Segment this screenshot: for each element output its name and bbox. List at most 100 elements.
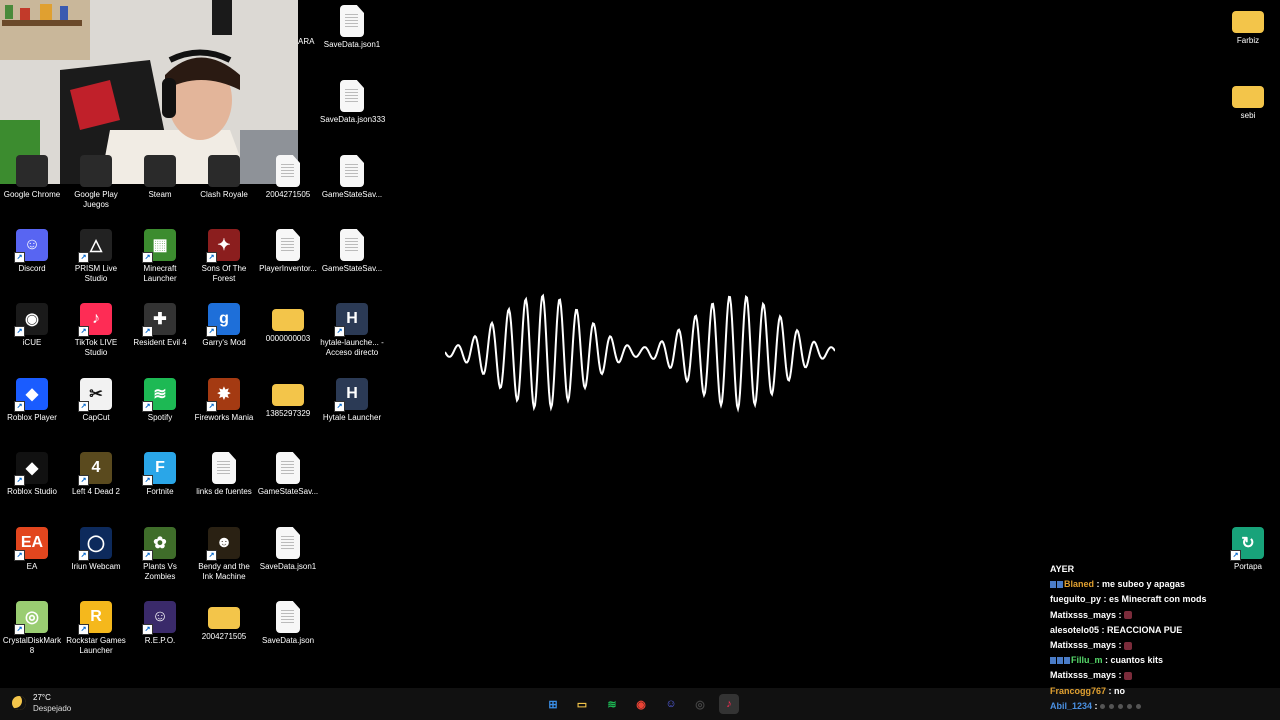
folder-1385297329-icon[interactable]: 1385297329 bbox=[256, 378, 320, 419]
desktop-icon-label: EA bbox=[26, 562, 38, 571]
prism-live-studio-glyph-icon: △ ↗ bbox=[78, 229, 112, 263]
savedata-json1-file-2[interactable]: SaveData.json1 bbox=[256, 527, 320, 572]
iriun-webcam-icon[interactable]: ◯ ↗ Iriun Webcam bbox=[64, 527, 128, 572]
desktop-icon-label: CapCut bbox=[82, 413, 110, 422]
repo-icon[interactable]: ☺ ↗ R.E.P.O. bbox=[128, 601, 192, 646]
left-4-dead-2-icon[interactable]: 4 ↗ Left 4 Dead 2 bbox=[64, 452, 128, 497]
links-de-fuentes-file-icon bbox=[212, 452, 236, 484]
plants-vs-zombies-icon[interactable]: ✿ ↗ Plants Vs Zombies bbox=[128, 527, 192, 582]
gamestatesave-file-1[interactable]: GameStateSav... bbox=[320, 155, 384, 200]
desktop-icon-label: GameStateSav... bbox=[321, 190, 383, 199]
plants-vs-zombies-glyph-icon: ✿ ↗ bbox=[142, 527, 176, 561]
chat-emote-icon bbox=[1124, 611, 1133, 620]
shortcut-arrow-icon: ↗ bbox=[1230, 550, 1241, 561]
desktop-icon-label: Sons Of The Forest bbox=[201, 264, 247, 283]
gamestatesave-file-3[interactable]: GameStateSav... bbox=[256, 452, 320, 497]
spotify-taskbar-icon[interactable]: ≋ bbox=[602, 694, 622, 714]
start-icon[interactable]: ⊞ bbox=[543, 694, 563, 714]
roblox-studio-icon[interactable]: ◆ ↗ Roblox Studio bbox=[0, 452, 64, 497]
icue-icon[interactable]: ◉ ↗ iCUE bbox=[0, 303, 64, 348]
discord-taskbar-icon[interactable]: ☺ bbox=[661, 694, 681, 714]
partial-icon-label: ARA bbox=[298, 37, 315, 46]
chat-username: Fillu_m bbox=[1071, 655, 1103, 666]
chat-message: Francogg767 : no bbox=[1050, 684, 1275, 699]
bendy-ink-machine-icon[interactable]: ☻ ↗ Bendy and the Ink Machine bbox=[192, 527, 256, 582]
shortcut-arrow-icon: ↗ bbox=[78, 475, 89, 486]
folder-2004271505-icon[interactable]: 2004271505 bbox=[192, 601, 256, 642]
rockstar-games-launcher-glyph-icon: R ↗ bbox=[78, 601, 112, 635]
clash-royale-icon[interactable]: Clash Royale bbox=[192, 155, 256, 200]
google-play-games-glyph-icon bbox=[80, 155, 112, 187]
sons-of-the-forest-icon[interactable]: ✦ ↗ Sons Of The Forest bbox=[192, 229, 256, 284]
shortcut-arrow-icon: ↗ bbox=[142, 401, 153, 412]
chat-separator: : bbox=[1099, 624, 1108, 635]
chat-badge-icon bbox=[1057, 581, 1063, 589]
tiktok-live-studio-glyph-icon: ♪ ↗ bbox=[78, 303, 112, 337]
garrys-mod-icon[interactable]: g ↗ Garry's Mod bbox=[192, 303, 256, 348]
garrys-mod-glyph-icon: g ↗ bbox=[206, 303, 240, 337]
sebi-folder-icon[interactable]: sebi bbox=[1216, 80, 1280, 121]
chat-text: es Minecraft con mods bbox=[1109, 594, 1207, 605]
roblox-player-icon[interactable]: ◆ ↗ Roblox Player bbox=[0, 378, 64, 423]
desktop-icon-label: Roblox Player bbox=[7, 413, 57, 422]
desktop-icon-label: GameStateSav... bbox=[257, 487, 319, 496]
desktop-icon-label: SaveData.json bbox=[261, 636, 315, 645]
links-de-fuentes-file[interactable]: links de fuentes bbox=[192, 452, 256, 497]
google-play-games-icon[interactable]: Google Play Juegos bbox=[64, 155, 128, 210]
desktop-icon-label: 2004271505 bbox=[265, 190, 311, 199]
desktop-icon-label: Plants Vs Zombies bbox=[143, 562, 177, 581]
desktop-icon-label: Resident Evil 4 bbox=[133, 338, 187, 347]
crystaldiskmark-icon[interactable]: ◎ ↗ CrystalDiskMark 8 bbox=[0, 601, 64, 656]
desktop-icon-label: Minecraft Launcher bbox=[143, 264, 177, 283]
farbiz-folder-icon[interactable]: Farbiz bbox=[1216, 5, 1280, 46]
savedata-json333-file[interactable]: SaveData.json333 bbox=[320, 80, 385, 125]
savedata-json1-file[interactable]: SaveData.json1 bbox=[320, 5, 384, 50]
steam-icon[interactable]: Steam bbox=[128, 155, 192, 200]
desktop-icon-label: PlayerInventor... bbox=[259, 264, 317, 273]
discord-icon[interactable]: ☺ ↗ Discord bbox=[0, 229, 64, 274]
chat-text: no bbox=[1114, 685, 1126, 696]
chat-separator: : bbox=[1116, 670, 1125, 681]
minecraft-launcher-icon[interactable]: ▦ ↗ Minecraft Launcher bbox=[128, 229, 192, 284]
folder-2004271505-glyph-icon bbox=[208, 607, 240, 629]
bendy-ink-machine-glyph-icon: ☻ ↗ bbox=[206, 527, 240, 561]
desktop-icon-label: Steam bbox=[148, 190, 172, 199]
gamestatesave-file-2[interactable]: GameStateSav... bbox=[320, 229, 384, 274]
file-explorer-icon[interactable]: ▭ bbox=[572, 694, 592, 714]
prism-live-studio-icon[interactable]: △ ↗ PRISM Live Studio bbox=[64, 229, 128, 284]
file-2004271505-icon[interactable]: 2004271505 bbox=[256, 155, 320, 200]
shortcut-arrow-icon: ↗ bbox=[78, 326, 89, 337]
shortcut-arrow-icon: ↗ bbox=[142, 252, 153, 263]
playerinventory-file[interactable]: PlayerInventor... bbox=[256, 229, 320, 274]
fireworks-mania-icon[interactable]: ✸ ↗ Fireworks Mania bbox=[192, 378, 256, 423]
crystaldiskmark-glyph-icon: ◎ ↗ bbox=[14, 601, 48, 635]
ea-icon[interactable]: EA ↗ EA bbox=[0, 527, 64, 572]
hytale-launcher-glyph-icon: H ↗ bbox=[334, 378, 368, 412]
hytale-launcher-shortcut-glyph-icon: H ↗ bbox=[334, 303, 368, 337]
folder-0000000003-icon[interactable]: 0000000003 bbox=[256, 303, 320, 344]
chat-emote-icon bbox=[1127, 703, 1133, 709]
shortcut-arrow-icon: ↗ bbox=[14, 475, 25, 486]
hytale-launcher-shortcut-icon[interactable]: H ↗ hytale-launche... - Acceso directo bbox=[320, 303, 384, 358]
spotify-icon[interactable]: ≋ ↗ Spotify bbox=[128, 378, 192, 423]
repo-glyph-icon: ☺ ↗ bbox=[142, 601, 176, 635]
shortcut-arrow-icon: ↗ bbox=[206, 401, 217, 412]
shortcut-arrow-icon: ↗ bbox=[14, 326, 25, 337]
chat-emote-icon bbox=[1118, 703, 1124, 709]
savedata-json-file[interactable]: SaveData.json bbox=[256, 601, 320, 646]
hytale-launcher-icon[interactable]: H ↗ Hytale Launcher bbox=[320, 378, 384, 423]
rockstar-games-launcher-icon[interactable]: R ↗ Rockstar Games Launcher bbox=[64, 601, 128, 656]
desktop-icon-label: CrystalDiskMark 8 bbox=[2, 636, 62, 655]
fortnite-icon[interactable]: F ↗ Fortnite bbox=[128, 452, 192, 497]
chat-text: me subeo y apagas bbox=[1102, 579, 1186, 590]
resident-evil-4-icon[interactable]: ✚ ↗ Resident Evil 4 bbox=[128, 303, 192, 348]
tiktok-live-studio-icon[interactable]: ♪ ↗ TikTok LIVE Studio bbox=[64, 303, 128, 358]
google-chrome-icon[interactable]: Google Chrome bbox=[0, 155, 64, 200]
tiktok-taskbar-icon[interactable]: ♪ bbox=[719, 694, 739, 714]
obs-taskbar-icon[interactable]: ◎ bbox=[690, 694, 710, 714]
chrome-taskbar-icon[interactable]: ◉ bbox=[631, 694, 651, 714]
pasteboard-app-glyph-icon: ↻ ↗ bbox=[1230, 527, 1264, 561]
chat-emote-icon bbox=[1109, 703, 1115, 709]
capcut-icon[interactable]: ✂ ↗ CapCut bbox=[64, 378, 128, 423]
fireworks-mania-glyph-icon: ✸ ↗ bbox=[206, 378, 240, 412]
